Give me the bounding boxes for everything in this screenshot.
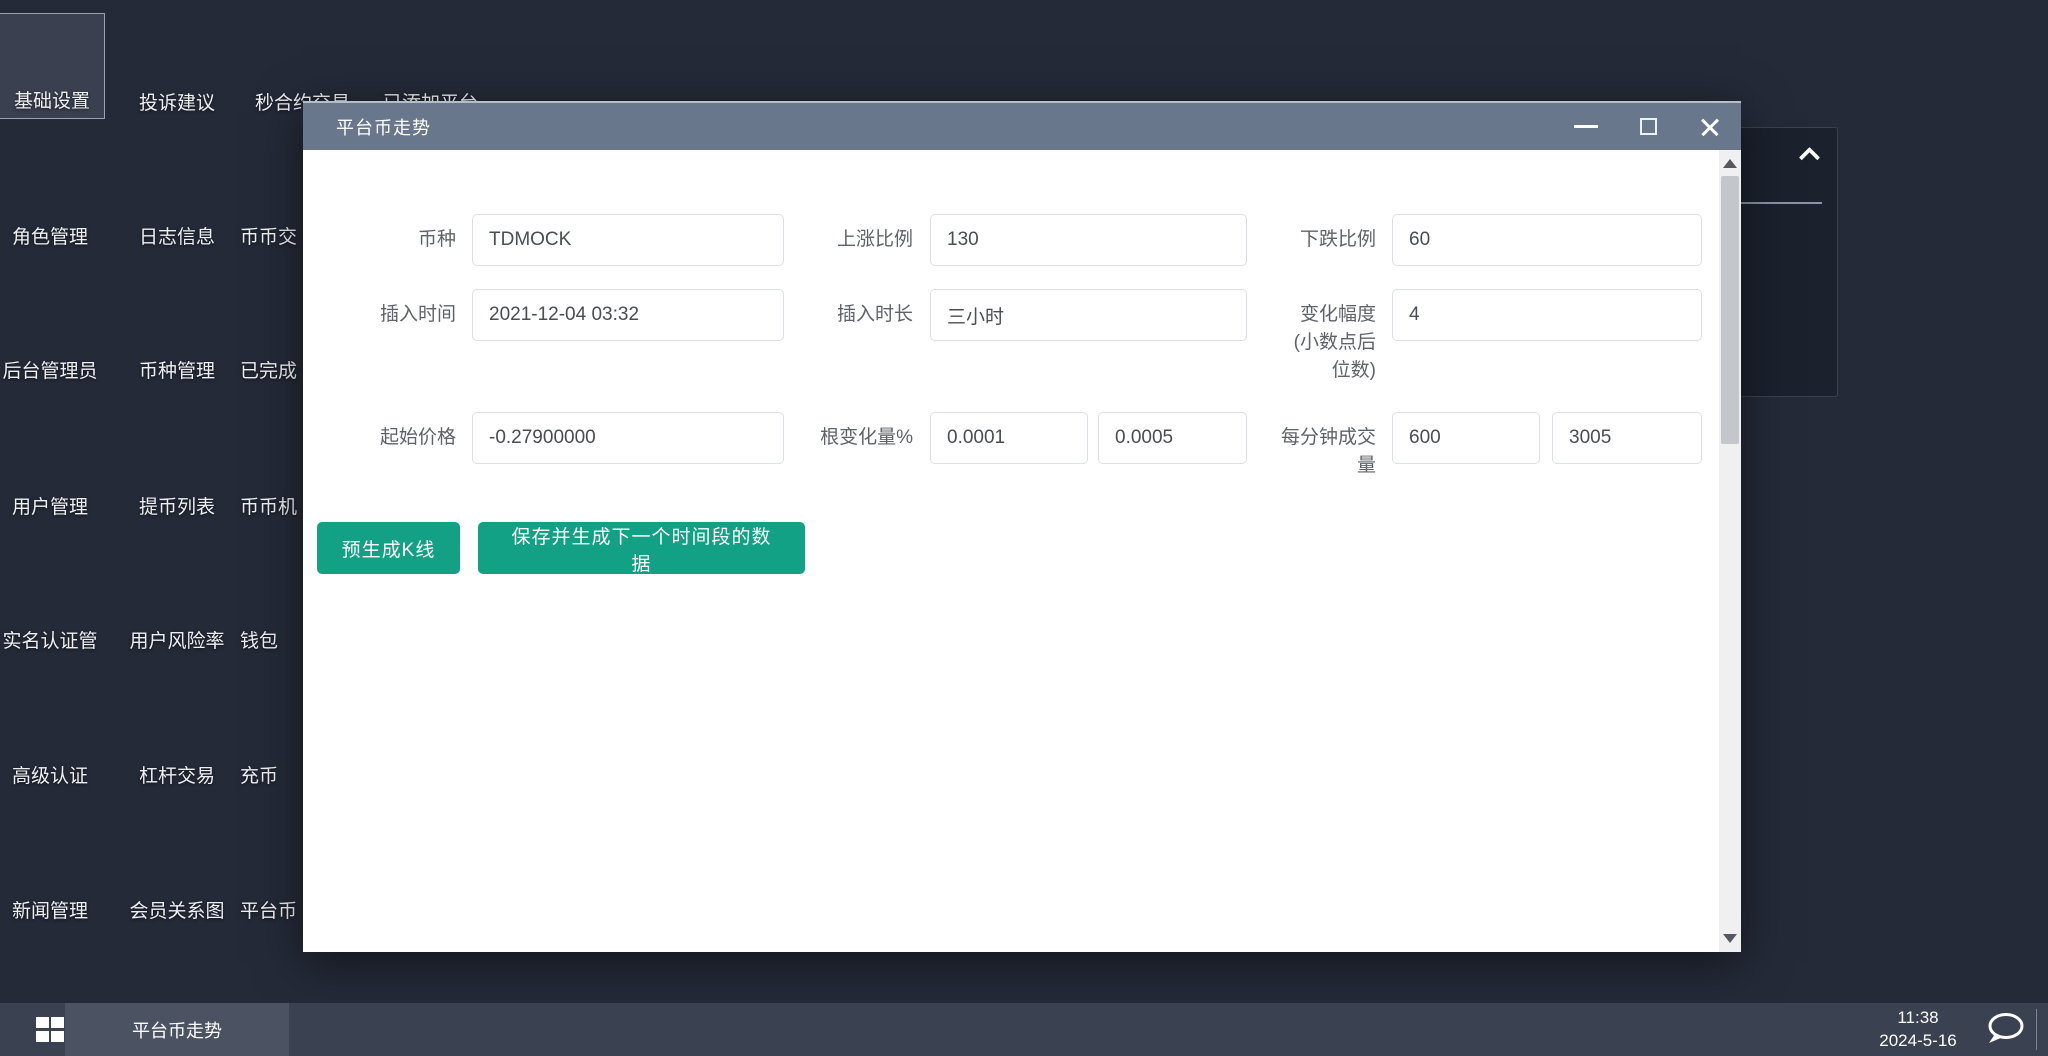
desktop-icon-chongbi[interactable]: 充币 [240, 766, 278, 788]
close-button[interactable] [1679, 103, 1741, 150]
field-label-insert-time: 插入时间 [303, 289, 456, 341]
desktop-icon-bibi-jiaoyi[interactable]: 币币交 [240, 227, 297, 249]
volume-max-input[interactable] [1552, 412, 1702, 464]
desktop-icon-ganggan-jiaoyi[interactable]: 杠杆交易 [139, 766, 215, 788]
clock-date: 2024-5-16 [1848, 1029, 1988, 1052]
show-desktop-divider[interactable] [2036, 1009, 2037, 1050]
save-and-generate-next-button[interactable]: 保存并生成下一个时间段的数据 [478, 522, 805, 574]
field-label-root-change: 根变化量% [723, 412, 913, 464]
maximize-icon [1640, 118, 1657, 135]
chevron-up-icon[interactable] [1799, 147, 1820, 168]
desktop-icon-xinwen-guanli[interactable]: 新闻管理 [12, 901, 88, 923]
window-title: 平台币走势 [303, 114, 431, 140]
window-body: 币种 上涨比例 下跌比例 插入时间 插入时长 变化幅度 (小数点后 位数) 起始… [303, 150, 1741, 952]
desktop-icon-yonghu-guanli[interactable]: 用户管理 [12, 497, 88, 519]
field-label-fall-ratio: 下跌比例 [1183, 214, 1376, 266]
scrollbar-thumb[interactable] [1721, 176, 1739, 444]
desktop-icon-tousu-jianyi[interactable]: 投诉建议 [139, 93, 215, 115]
desktop-icon-yiwancheng[interactable]: 已完成 [240, 361, 297, 383]
desktop-icon-qianbao[interactable]: 钱包 [240, 631, 278, 653]
label-line: 变化幅度 [1300, 304, 1376, 325]
change-amplitude-input[interactable] [1392, 289, 1702, 341]
label-line: 位数) [1332, 360, 1376, 381]
taskbar: 平台币走势 11:38 2024-5-16 [0, 1003, 2048, 1056]
desktop-icon-houtai-admin[interactable]: 后台管理员 [2, 361, 97, 383]
desktop-icon-fengxianlv[interactable]: 用户风险率 [129, 631, 224, 653]
fall-ratio-input[interactable] [1392, 214, 1702, 266]
label-line: (小数点后 [1294, 332, 1376, 353]
desktop-icon-jichu-sheshi[interactable]: 基础设置 [0, 13, 105, 119]
minimize-icon [1574, 125, 1598, 128]
maximize-button[interactable] [1617, 103, 1679, 150]
desktop-icon-huiyuan-guanxi[interactable]: 会员关系图 [129, 901, 224, 923]
desktop-icon-rizhi-xinxi[interactable]: 日志信息 [139, 227, 215, 249]
desktop-icon-bizhong-guanli[interactable]: 币种管理 [139, 361, 215, 383]
desktop-icon-shiming-renzheng[interactable]: 实名认证管 [2, 631, 97, 653]
field-label-start-price: 起始价格 [303, 412, 456, 464]
clock-time: 11:38 [1848, 1006, 1988, 1029]
label-line: 每分钟成交 [1281, 427, 1376, 448]
window-scrollbar[interactable] [1719, 150, 1741, 952]
field-label-change-amplitude: 变化幅度 (小数点后 位数) [1183, 301, 1376, 385]
close-icon [1698, 115, 1722, 139]
notification-chat-icon[interactable] [1982, 1010, 2028, 1050]
desktop-icon-pingtaibi[interactable]: 平台币 [240, 901, 297, 923]
desktop-icon-label: 基础设置 [14, 91, 90, 113]
field-label-rise-ratio: 上涨比例 [723, 214, 913, 266]
field-label-coin: 币种 [303, 214, 456, 266]
window-titlebar[interactable]: 平台币走势 [303, 101, 1741, 150]
field-label-volume-per-minute: 每分钟成交 量 [1183, 424, 1376, 480]
root-change-min-input[interactable] [930, 412, 1088, 464]
desktop-icon-gaoji-renzheng[interactable]: 高级认证 [12, 766, 88, 788]
minimize-button[interactable] [1555, 103, 1617, 150]
windows-logo-icon [36, 1017, 65, 1042]
volume-min-input[interactable] [1392, 412, 1540, 464]
desktop-icon-tibi-liebiao[interactable]: 提币列表 [139, 497, 215, 519]
label-line: 量 [1357, 455, 1376, 476]
desktop-icon-bibi-jiqiren[interactable]: 币币机 [240, 497, 297, 519]
scroll-down-icon[interactable] [1723, 934, 1737, 943]
taskbar-clock[interactable]: 11:38 2024-5-16 [1848, 1006, 1988, 1054]
pregenerate-kline-button[interactable]: 预生成K线 [317, 522, 460, 574]
scroll-up-icon[interactable] [1723, 159, 1737, 168]
platform-coin-trend-window: 平台币走势 币种 上涨比例 下跌比例 插入时间 插入时长 变化幅度 (小数点后 … [303, 101, 1741, 952]
field-label-insert-duration: 插入时长 [723, 289, 913, 341]
taskbar-item-platform-coin-trend[interactable]: 平台币走势 [65, 1003, 289, 1056]
desktop-icon-juese-guanli[interactable]: 角色管理 [12, 227, 88, 249]
